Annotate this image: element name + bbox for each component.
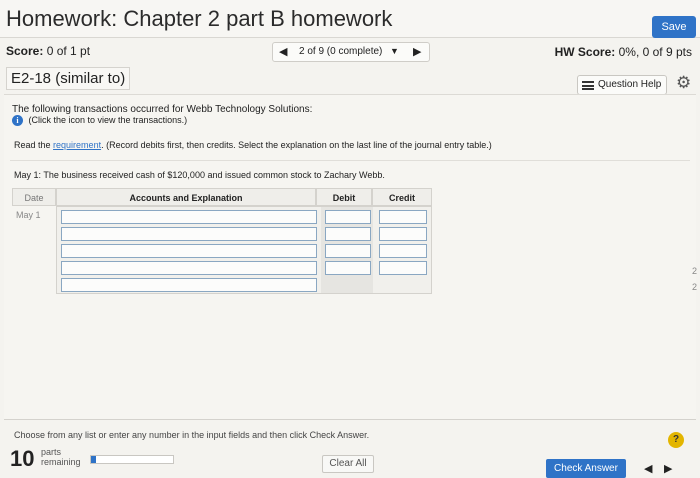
instruction-text: Choose from any list or enter any number… (14, 430, 370, 440)
debit-input[interactable] (325, 210, 371, 224)
progress-bar (90, 455, 174, 464)
read-prefix: Read the (14, 140, 51, 150)
divider (10, 160, 690, 161)
question-position[interactable]: 2 of 9 (0 complete) (299, 46, 382, 57)
journal-entry-table: Date Accounts and Explanation Debit Cred… (12, 188, 432, 294)
credit-input[interactable] (379, 227, 427, 241)
save-button[interactable]: Save (652, 16, 696, 38)
title-bar: Homework: Chapter 2 part B homework Save (0, 0, 700, 38)
parts-label: parts remaining (41, 447, 81, 467)
previous-icon[interactable]: ◀ (644, 462, 652, 475)
score-label: Score: (6, 44, 44, 58)
journal-body (56, 206, 432, 294)
progress-fill (91, 456, 96, 463)
page-title: Homework: Chapter 2 part B homework (6, 6, 393, 31)
clear-all-button[interactable]: Clear All (322, 455, 374, 473)
intro-text: The following transactions occurred for … (12, 104, 313, 115)
help-icon[interactable]: ? (668, 432, 684, 448)
explanation-select[interactable] (61, 278, 317, 292)
next-question-icon[interactable]: ▶ (413, 45, 421, 58)
info-line: i (Click the icon to view the transactio… (12, 115, 188, 127)
hw-score: HW Score: 0%, 0 of 9 pts (555, 45, 692, 59)
credit-input[interactable] (379, 244, 427, 258)
credit-input[interactable] (379, 261, 427, 275)
gear-icon[interactable]: ⚙ (676, 73, 691, 93)
entry-date: May 1 (16, 210, 41, 220)
debit-input[interactable] (325, 261, 371, 275)
score-value: 0 of 1 pt (46, 44, 91, 58)
info-text: (Click the icon to view the transactions… (28, 115, 188, 125)
score-row: Score: 0 of 1 pt ◀ 2 of 9 (0 complete) ▼… (0, 40, 700, 64)
debit-input[interactable] (325, 227, 371, 241)
accounts-header: Accounts and Explanation (56, 188, 316, 206)
read-suffix: . (Record debits first, then credits. Se… (101, 140, 492, 150)
parts-count: 10 (10, 446, 35, 471)
question-navigator[interactable]: ◀ 2 of 9 (0 complete) ▼ ▶ (272, 42, 430, 62)
question-help-label: Question Help (598, 79, 662, 90)
account-select[interactable] (61, 210, 317, 224)
account-select[interactable] (61, 244, 317, 258)
info-icon[interactable]: i (12, 115, 23, 127)
account-select[interactable] (61, 261, 317, 275)
credit-input[interactable] (379, 210, 427, 224)
requirement-line: Read the requirement. (Record debits fir… (14, 140, 492, 150)
account-select[interactable] (61, 227, 317, 241)
parts-label-line1: parts (41, 447, 62, 457)
debit-header: Debit (316, 188, 372, 206)
question-header: E2-18 (similar to) Question Help ⚙ (0, 64, 700, 95)
hw-score-value: 0%, 0 of 9 pts (618, 45, 692, 59)
homework-screen: Homework: Chapter 2 part B homework Save… (0, 0, 700, 478)
side-mark: 2 (692, 266, 698, 276)
side-mark: 2 (692, 282, 698, 292)
debit-input[interactable] (325, 244, 371, 258)
chevron-down-icon[interactable]: ▼ (390, 46, 399, 56)
credit-header: Credit (372, 188, 432, 206)
hw-score-label: HW Score: (554, 45, 616, 59)
question-id: E2-18 (similar to) (6, 67, 131, 90)
requirement-link[interactable]: requirement (53, 140, 101, 150)
next-icon[interactable]: ▶ (664, 462, 672, 475)
previous-question-icon[interactable]: ◀ (279, 45, 287, 58)
question-help-button[interactable]: Question Help (577, 75, 667, 95)
footer-divider (4, 419, 696, 420)
check-answer-button[interactable]: Check Answer (546, 459, 626, 478)
transaction-text: May 1: The business received cash of $12… (14, 170, 385, 180)
parts-label-line2: remaining (41, 457, 81, 467)
list-icon (582, 81, 594, 90)
date-header: Date (12, 188, 56, 206)
score: Score: 0 of 1 pt (6, 44, 90, 58)
